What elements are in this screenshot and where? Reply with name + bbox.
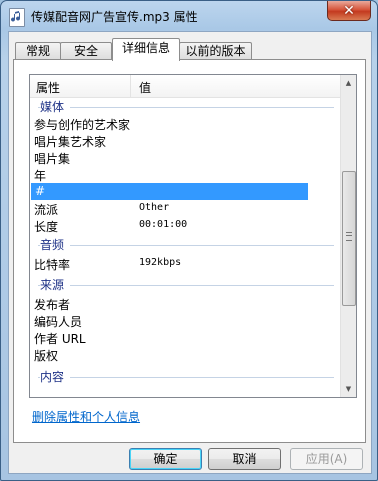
group-divider <box>38 285 334 286</box>
tab-details[interactable]: 详细信息 <box>112 38 180 61</box>
group-label: 媒体 <box>40 98 71 115</box>
property-name: 比特率 <box>34 258 71 272</box>
property-name: 唱片集 <box>34 152 71 166</box>
details-panel: 属性 值 媒体参与创作的艺术家 唱片集艺术家 唱片集年 # 流派 Other 长度 00:01… <box>13 59 366 443</box>
group-header: 媒体 <box>30 98 340 115</box>
cancel-button[interactable]: 取消 <box>208 448 281 470</box>
property-row[interactable]: 流派 Other <box>30 200 340 217</box>
group-divider <box>38 107 334 108</box>
property-name: 版权 <box>34 349 59 363</box>
property-name: 唱片集艺术家 <box>34 135 107 149</box>
group-label: 内容 <box>40 368 71 385</box>
property-row[interactable]: 长度 00:01:00 <box>30 217 340 234</box>
property-name: 编码人员 <box>34 315 83 329</box>
tab-security[interactable]: 安全 <box>60 42 112 60</box>
group-label: 来源 <box>40 276 71 293</box>
property-value[interactable]: 192kbps <box>139 257 181 268</box>
dialog-client: 常规 安全 详细信息 以前的版本 属性 值 媒体参与创作的艺术家 唱片集艺术家 唱片… <box>8 31 372 474</box>
tab-general[interactable]: 常规 <box>15 42 61 60</box>
property-name: 流派 <box>34 203 59 217</box>
scroll-down-icon[interactable]: ▼ <box>341 381 356 397</box>
window-title: 传媒配音网广告宣传.mp3 属性 <box>31 10 198 24</box>
property-rows: 媒体参与创作的艺术家 唱片集艺术家 唱片集年 # 流派 Other 长度 00:01:00 音频… <box>30 98 340 396</box>
property-row[interactable]: 唱片集艺术家 <box>30 132 340 149</box>
group-divider <box>38 245 334 246</box>
ok-button[interactable]: 确定 <box>129 448 202 470</box>
grip-icon <box>346 232 352 241</box>
property-row[interactable]: 作者 URL <box>30 329 340 346</box>
vertical-scrollbar[interactable]: ▲ ▼ <box>340 75 356 397</box>
group-header: 音频 <box>30 236 340 253</box>
property-name: # <box>35 184 46 198</box>
group-divider <box>38 377 334 378</box>
property-value[interactable]: Other <box>139 202 169 213</box>
scroll-up-icon[interactable]: ▲ <box>341 75 356 91</box>
property-name: 年 <box>34 169 47 183</box>
property-row[interactable]: 编码人员 <box>30 312 340 329</box>
property-name: 参与创作的艺术家 <box>34 118 131 132</box>
property-row[interactable]: 唱片集 <box>30 149 340 166</box>
property-name: 长度 <box>34 220 59 234</box>
tab-previous-versions[interactable]: 以前的版本 <box>179 42 252 60</box>
remove-properties-link[interactable]: 删除属性和个人信息 <box>32 408 140 425</box>
property-name: 发布者 <box>34 298 71 312</box>
column-header-property[interactable]: 属性 <box>36 79 60 96</box>
property-row[interactable]: # <box>31 183 308 200</box>
close-button[interactable]: ✕ <box>327 1 371 21</box>
file-icon <box>9 8 25 27</box>
property-row[interactable]: 比特率 192kbps <box>30 255 340 272</box>
list-header: 属性 值 <box>30 75 340 98</box>
group-label: 音频 <box>40 236 71 253</box>
property-row[interactable]: 发布者 <box>30 295 340 312</box>
close-icon: ✕ <box>343 2 355 19</box>
column-header-value[interactable]: 值 <box>139 79 151 96</box>
group-header: 来源 <box>30 276 340 293</box>
properties-list[interactable]: 属性 值 媒体参与创作的艺术家 唱片集艺术家 唱片集年 # 流派 Other 长度 00:01… <box>29 74 357 398</box>
scroll-thumb[interactable] <box>342 171 356 306</box>
group-header: 内容 <box>30 368 340 385</box>
property-row[interactable]: 年 <box>30 166 340 183</box>
property-row[interactable]: 版权 <box>30 346 340 363</box>
properties-window: 传媒配音网广告宣传.mp3 属性 ✕ 常规 安全 详细信息 以前的版本 属性 值… <box>0 0 378 481</box>
title-bar[interactable]: 传媒配音网广告宣传.mp3 属性 ✕ <box>1 1 377 31</box>
apply-button[interactable]: 应用(A) <box>290 448 363 470</box>
column-divider[interactable] <box>130 75 131 97</box>
property-row[interactable]: 参与创作的艺术家 <box>30 115 340 132</box>
property-value[interactable]: 00:01:00 <box>139 219 187 230</box>
property-name: 作者 URL <box>34 332 86 346</box>
